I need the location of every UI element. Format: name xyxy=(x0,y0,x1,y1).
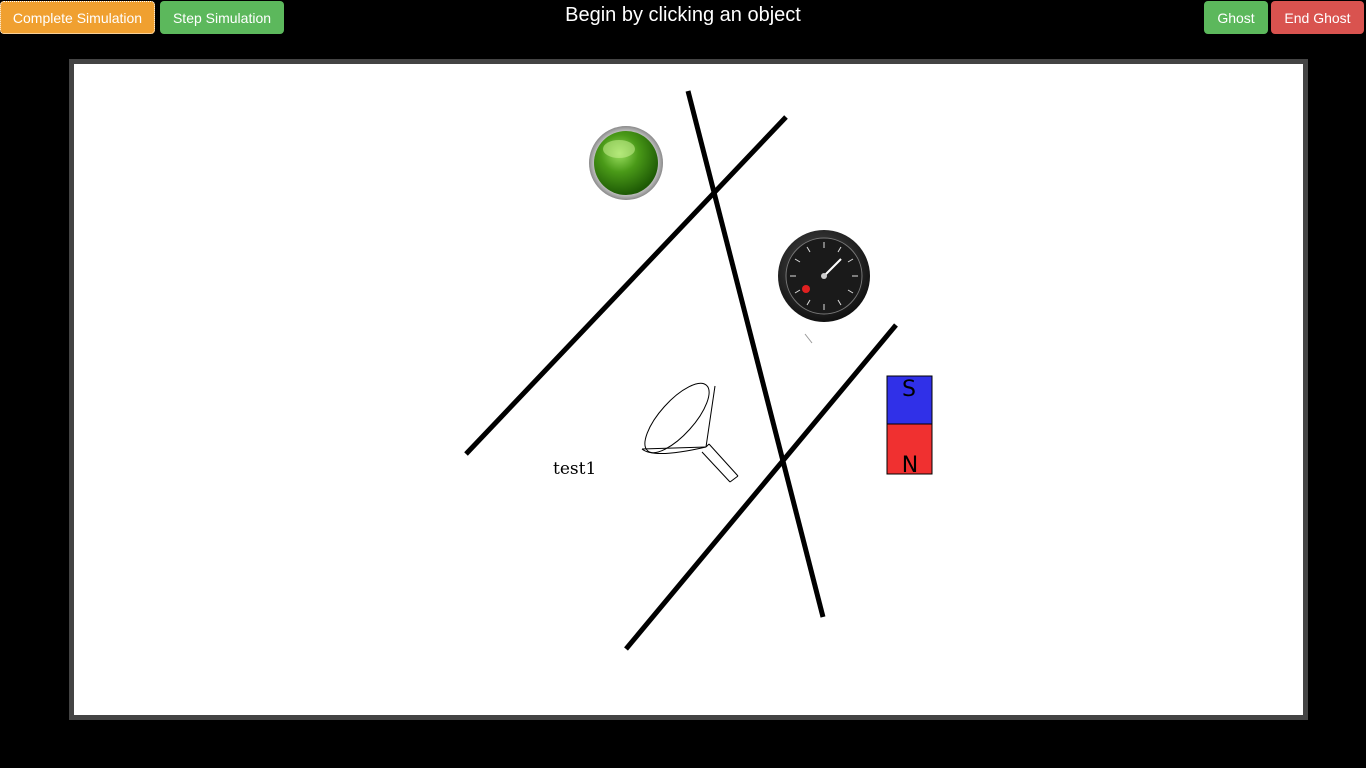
end-ghost-button[interactable]: End Ghost xyxy=(1271,1,1364,34)
bar-magnet-icon[interactable]: S N xyxy=(886,375,933,478)
status-message: Begin by clicking an object xyxy=(565,4,801,26)
green-ball-icon[interactable] xyxy=(589,126,663,200)
canvas-text-label[interactable]: test1 xyxy=(553,459,596,479)
simulation-canvas-frame: test1 S N xyxy=(69,59,1308,720)
wall-line-2[interactable] xyxy=(685,90,826,618)
magnet-north-label: N xyxy=(902,453,918,478)
simulation-canvas[interactable]: test1 S N xyxy=(74,64,1303,715)
ghost-button[interactable]: Ghost xyxy=(1204,1,1268,34)
funnel-icon[interactable] xyxy=(635,374,739,483)
pressure-gauge-icon[interactable] xyxy=(778,230,870,322)
magnet-south-label: S xyxy=(902,377,916,402)
